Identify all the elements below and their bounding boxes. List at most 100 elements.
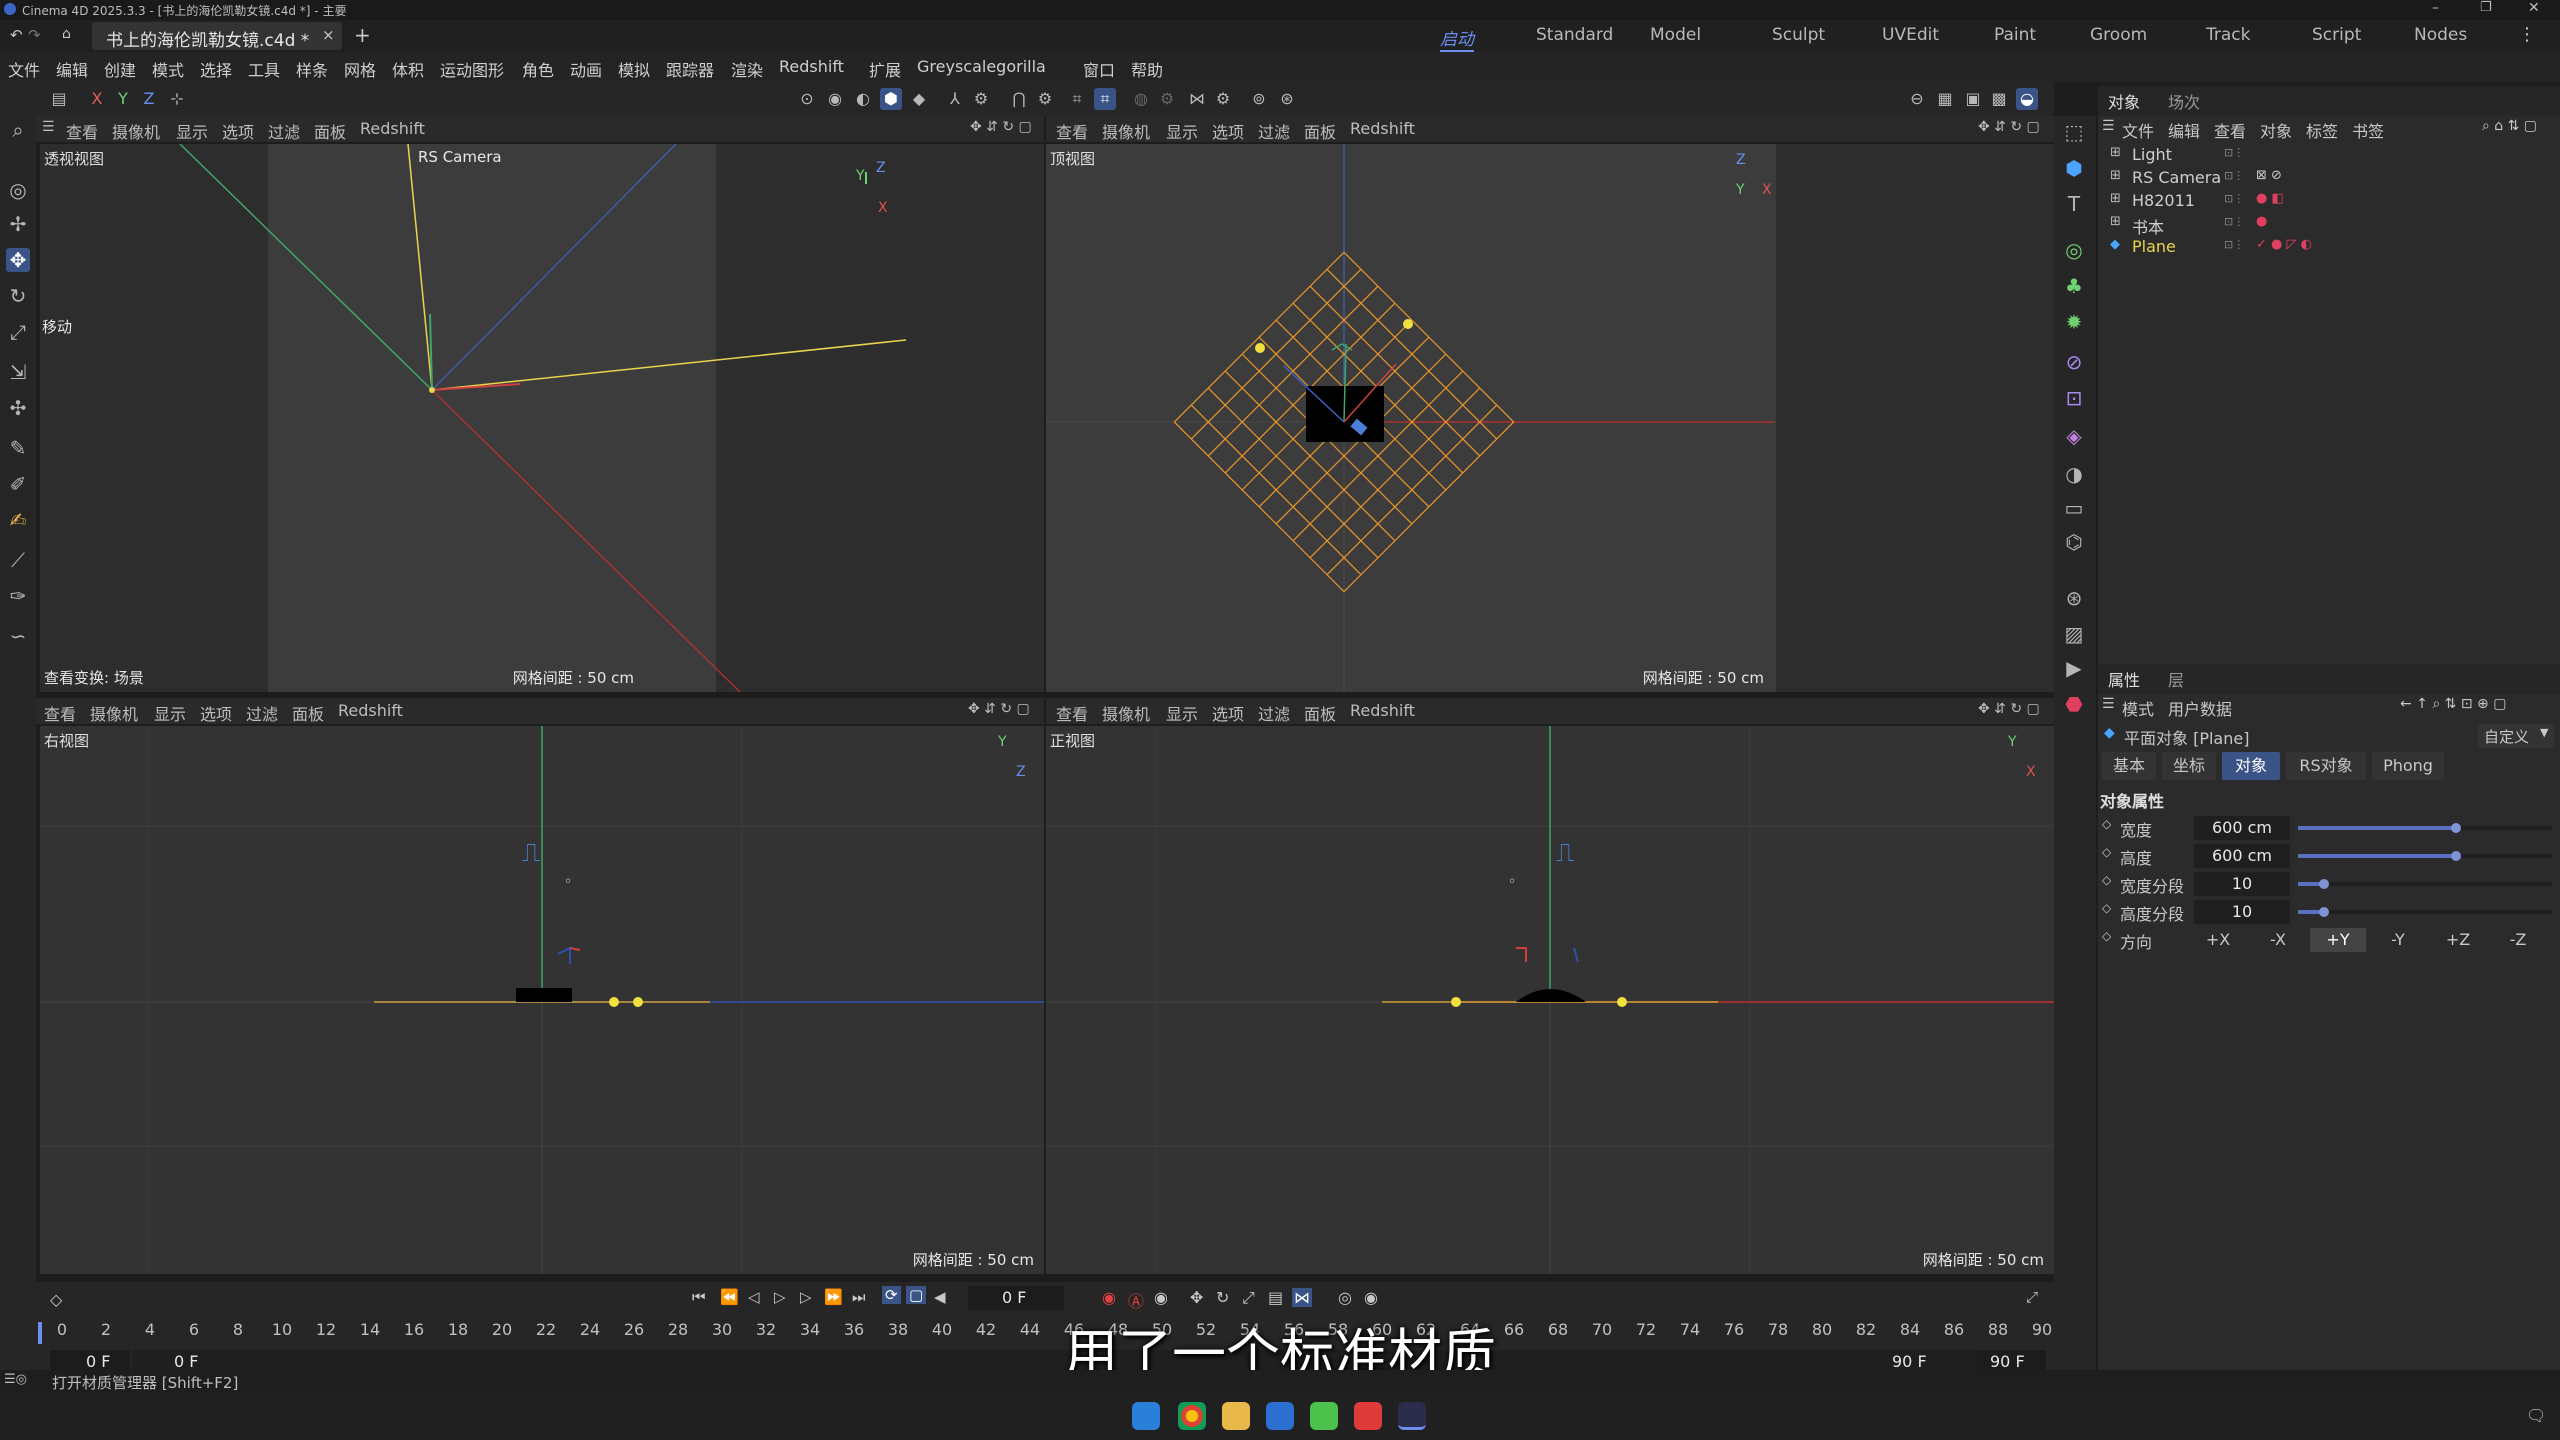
menu-item-4[interactable]: 选择 bbox=[200, 57, 232, 81]
menu-item-13[interactable]: 跟踪器 bbox=[666, 57, 714, 81]
top-viewport[interactable]: Z Y X 顶视图 网格间距 : 50 cm bbox=[1046, 144, 2054, 692]
search-icon[interactable]: ⌕ ⌂ ⇅ ▢ bbox=[2482, 118, 2537, 134]
attr-field-value[interactable]: 600 cm bbox=[2194, 844, 2290, 868]
keyframe-dot-icon[interactable]: ◇ bbox=[2102, 873, 2111, 887]
key-param-icon[interactable]: ▤ bbox=[1268, 1288, 1283, 1307]
picture-viewer-icon[interactable]: ▨ bbox=[2062, 622, 2086, 646]
motion-settings-icon[interactable]: ◉ bbox=[1364, 1288, 1378, 1307]
menu-item-19[interactable]: 帮助 bbox=[1131, 57, 1163, 81]
uv-mode-icon[interactable]: ◆ bbox=[908, 88, 930, 110]
obj-menu-object[interactable]: 对象 bbox=[2260, 118, 2292, 142]
attr-subtab-4[interactable]: Phong bbox=[2372, 752, 2444, 780]
keyframe-selection-icon[interactable]: ◉ bbox=[1154, 1288, 1168, 1307]
vp-menu-panel[interactable]: 面板 bbox=[314, 119, 346, 143]
effector-icon[interactable]: ✹ bbox=[2062, 310, 2086, 334]
render-icon[interactable]: ▶ bbox=[2062, 656, 2086, 680]
vp-menu-redshift[interactable]: Redshift bbox=[338, 701, 403, 720]
axis-settings-icon[interactable]: ⚙ bbox=[970, 88, 992, 110]
light-icon[interactable]: ⌬ bbox=[2062, 530, 2086, 554]
sketch-tool-icon[interactable]: ✐ bbox=[6, 472, 30, 496]
spline-points-icon[interactable]: ✣ bbox=[6, 396, 30, 420]
pen-tool-icon[interactable]: ✎ bbox=[6, 436, 30, 460]
keyframe-dot-icon[interactable]: ◇ bbox=[2102, 817, 2111, 831]
menu-item-11[interactable]: 动画 bbox=[570, 57, 602, 81]
vp-menu-panel[interactable]: 面板 bbox=[1304, 701, 1336, 725]
attr-slider-handle[interactable] bbox=[2319, 879, 2329, 889]
object-name[interactable]: H82011 bbox=[2132, 191, 2195, 210]
vp-menu-display[interactable]: 显示 bbox=[176, 119, 208, 143]
generator-icon[interactable]: ◎ bbox=[2062, 238, 2086, 262]
cloner-icon[interactable]: ♣ bbox=[2062, 274, 2086, 298]
vp-menu-display[interactable]: 显示 bbox=[1166, 119, 1198, 143]
vp-menu-filter[interactable]: 过滤 bbox=[1258, 119, 1290, 143]
layout-0[interactable]: 启动 bbox=[1440, 25, 1474, 52]
vp-menu-camera[interactable]: 摄像机 bbox=[1102, 119, 1150, 143]
visibility-toggle-icon[interactable]: ⊡⋮ bbox=[2224, 146, 2244, 159]
keyframe-dot-icon[interactable]: ◇ bbox=[2102, 901, 2111, 915]
object-row[interactable]: ⊞ RS Camera ⊡⋮ ⊠ ⊘ bbox=[2100, 167, 2555, 189]
vp-menu-display[interactable]: 显示 bbox=[1166, 701, 1198, 725]
select-tool-icon[interactable]: ✢ bbox=[6, 212, 30, 236]
hamburger-icon[interactable]: ☰ bbox=[42, 119, 55, 135]
menu-item-12[interactable]: 模拟 bbox=[618, 57, 650, 81]
visibility-toggle-icon[interactable]: ⊡⋮ bbox=[2224, 215, 2244, 228]
coordinate-system-icon[interactable]: ⊹ bbox=[166, 88, 188, 110]
minimize-icon[interactable]: – bbox=[2432, 0, 2439, 16]
redo-icon[interactable]: ↷ bbox=[28, 26, 41, 44]
object-tags-icon[interactable]: ● ◧ bbox=[2256, 191, 2284, 206]
attr-subtab-0[interactable]: 基本 bbox=[2102, 752, 2156, 780]
vp-menu-camera[interactable]: 摄像机 bbox=[1102, 701, 1150, 725]
go-to-end-icon[interactable]: ⏭ bbox=[852, 1288, 866, 1306]
menu-item-17[interactable]: Greyscalegorilla bbox=[917, 57, 1046, 76]
menu-item-6[interactable]: 样条 bbox=[296, 57, 328, 81]
notification-icon[interactable]: 🗨 bbox=[2526, 1406, 2546, 1425]
null-object-icon[interactable]: ⬚ bbox=[2062, 120, 2086, 144]
brush-icon[interactable]: ⟋ bbox=[6, 548, 30, 572]
layout-7[interactable]: Track bbox=[2206, 25, 2250, 45]
axis-y-lock[interactable]: Y bbox=[112, 88, 134, 110]
visibility-toggle-icon[interactable]: ⊡⋮ bbox=[2224, 169, 2244, 182]
front-viewport[interactable]: ⎍ ◦ Y X 正视图 网格间距 : 50 cm bbox=[1046, 726, 2054, 1274]
menu-item-10[interactable]: 角色 bbox=[522, 57, 554, 81]
vp-menu-redshift[interactable]: Redshift bbox=[1350, 701, 1415, 720]
layout-9[interactable]: Nodes bbox=[2414, 25, 2467, 45]
rotate-tool-icon[interactable]: ↻ bbox=[6, 284, 30, 308]
obj-menu-bookmarks[interactable]: 书签 bbox=[2352, 118, 2384, 142]
windows-start-icon[interactable] bbox=[1132, 1402, 1160, 1430]
volume-icon[interactable]: ◈ bbox=[2062, 424, 2086, 448]
soft-selection-settings-icon[interactable]: ⚙ bbox=[1156, 88, 1178, 110]
preview-range-icon[interactable]: ▢ bbox=[906, 1286, 927, 1304]
hamburger-icon[interactable]: ☰ bbox=[2102, 118, 2115, 134]
previous-frame-icon[interactable]: ◁ bbox=[748, 1288, 760, 1306]
vp-menu-redshift[interactable]: Redshift bbox=[360, 119, 425, 138]
vp-menu-camera[interactable]: 摄像机 bbox=[112, 119, 160, 143]
transfer-tool-icon[interactable]: ⇲ bbox=[6, 360, 30, 384]
menu-item-1[interactable]: 编辑 bbox=[56, 57, 88, 81]
axis-z-lock[interactable]: Z bbox=[138, 88, 160, 110]
cube-icon[interactable]: ⬢ bbox=[2062, 156, 2086, 180]
object-tags-icon[interactable]: ● bbox=[2256, 214, 2267, 229]
key-position-icon[interactable]: ✥ bbox=[1190, 1288, 1203, 1307]
keyframe-dot-icon[interactable]: ◇ bbox=[2102, 929, 2111, 943]
vp-menu-redshift[interactable]: Redshift bbox=[1350, 119, 1415, 138]
scene-icon[interactable]: ◑ bbox=[2062, 462, 2086, 486]
orientation-button[interactable]: +X bbox=[2190, 928, 2246, 952]
magnet-tool-icon[interactable]: ∽ bbox=[6, 624, 30, 648]
orientation-button[interactable]: -Z bbox=[2490, 928, 2546, 952]
record-active-icon[interactable]: ◉ bbox=[1102, 1288, 1116, 1307]
keyframe-diamond-icon[interactable]: ◇ bbox=[50, 1290, 62, 1309]
smooth-brush-icon[interactable]: ✑ bbox=[6, 584, 30, 608]
attr-subtab-1[interactable]: 坐标 bbox=[2162, 752, 2216, 780]
current-frame-field[interactable]: 0 F bbox=[968, 1286, 1064, 1310]
vp-menu-options[interactable]: 选项 bbox=[200, 701, 232, 725]
symmetry-icon[interactable]: ⋈ bbox=[1186, 88, 1208, 110]
field-icon[interactable]: ⊡ bbox=[2062, 386, 2086, 410]
attr-menu-mode[interactable]: 模式 bbox=[2122, 696, 2154, 720]
file-explorer-icon[interactable] bbox=[1222, 1402, 1250, 1430]
object-row[interactable]: ⊞ 书本 ⊡⋮ ● bbox=[2100, 213, 2555, 237]
vp-menu-filter[interactable]: 过滤 bbox=[246, 701, 278, 725]
perspective-viewport[interactable]: Y Z X 透视视图 RS Camera 移动 查看变换: 场景 网格间距 : … bbox=[40, 144, 1044, 692]
vp-menu-camera[interactable]: 摄像机 bbox=[90, 701, 138, 725]
tab-takes[interactable]: 场次 bbox=[2168, 89, 2200, 113]
keyframe-dot-icon[interactable]: ◇ bbox=[2102, 845, 2111, 859]
